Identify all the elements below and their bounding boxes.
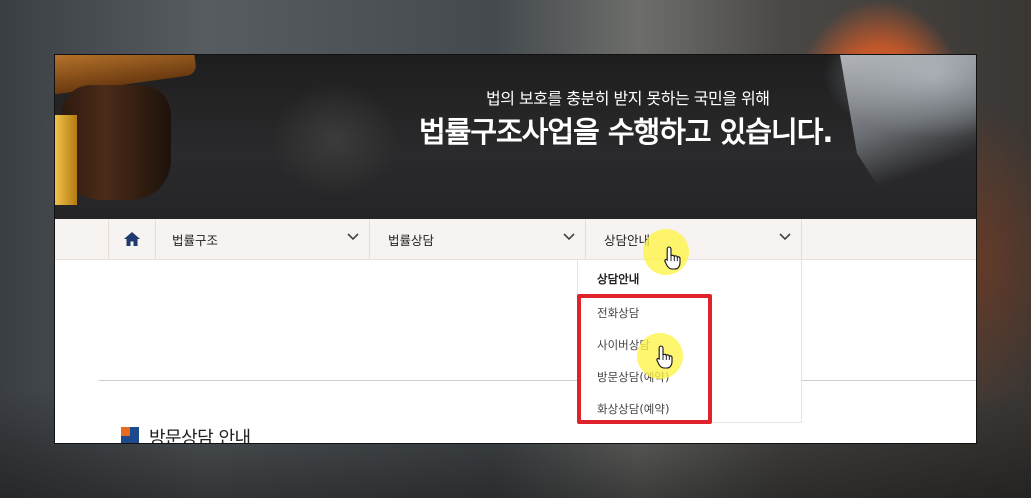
hand-cursor-icon [656,345,673,369]
gavel-head-image [61,85,171,200]
gavel-band-image [55,115,77,205]
section-bullet-icon [121,427,139,443]
home-icon [124,232,140,246]
chevron-down-icon [347,233,359,241]
dropdown-heading[interactable]: 상담안내 [597,271,639,287]
nav-dropdown-legal-aid[interactable]: 법률구조 [154,219,370,259]
content-divider [99,380,976,381]
chevron-down-icon [563,233,575,241]
nav-dropdown-legal-consult[interactable]: 법률상담 [370,219,586,259]
chevron-down-icon [779,233,791,241]
banner-title: 법률구조사업을 수행하고 있습니다. [419,115,833,149]
hero-banner: 법의 보호를 충분히 받지 못하는 국민을 위해 법률구조사업을 수행하고 있습… [55,55,976,219]
hand-cursor-icon [664,246,681,270]
home-button[interactable] [108,219,156,259]
browser-content: 법의 보호를 충분히 받지 못하는 국민을 위해 법률구조사업을 수행하고 있습… [55,55,976,443]
banner-subtitle: 법의 보호를 충분히 받지 못하는 국민을 위해 [486,89,770,108]
nav-label-legal-consult: 법률상담 [388,232,435,248]
nav-label-legal-aid: 법률구조 [172,232,219,248]
breadcrumb-nav: 법률구조 법률상담 상담안내 [55,219,976,260]
section-title: 방문상담 안내 [149,428,251,443]
nav-dropdown-consult-guide[interactable]: 상담안내 [586,219,802,259]
